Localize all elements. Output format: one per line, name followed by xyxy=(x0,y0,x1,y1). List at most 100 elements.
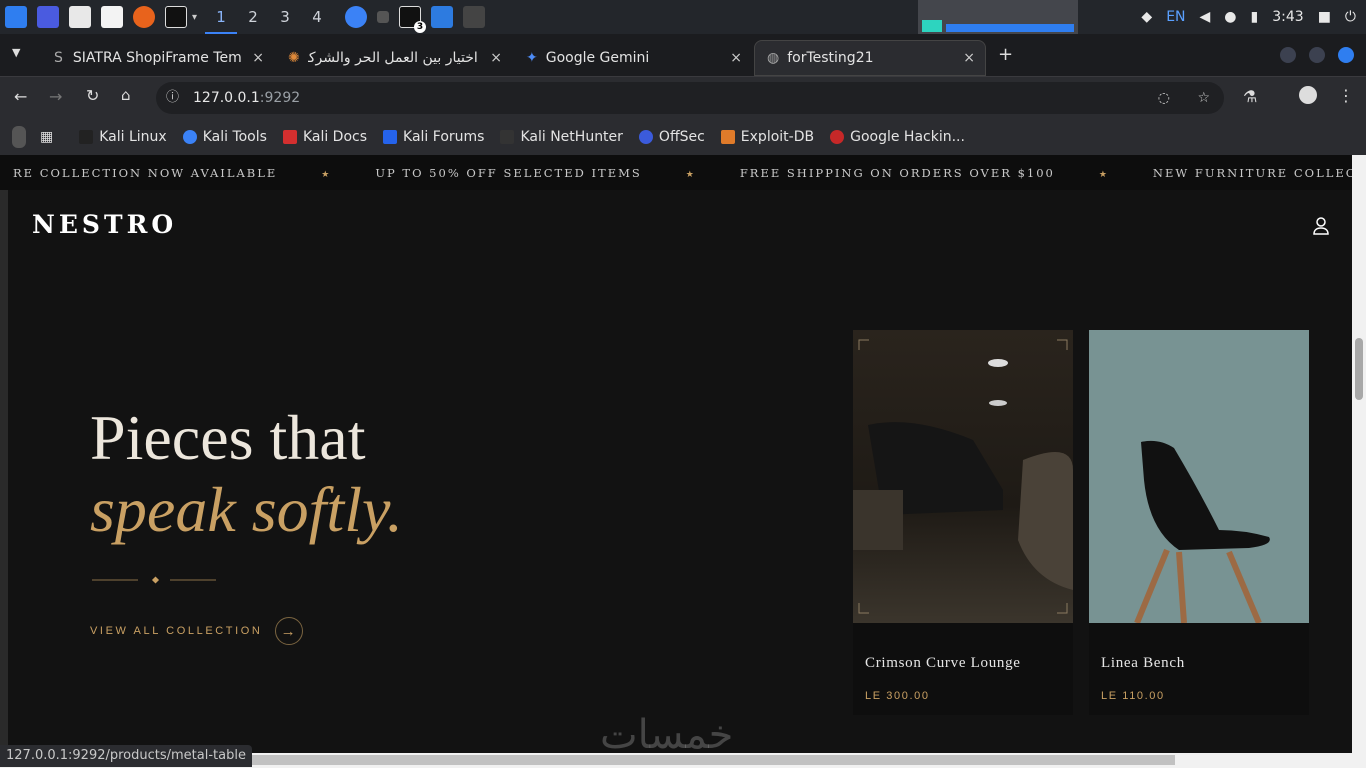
notification-bell-icon[interactable]: ● xyxy=(1224,9,1236,25)
bookmark-kali-linux[interactable]: Kali Linux xyxy=(79,128,167,145)
screen-recorder-icon[interactable] xyxy=(463,6,486,28)
product-name[interactable]: Crimson Curve Lounge xyxy=(865,655,1021,672)
bookmark-label: Exploit-DB xyxy=(740,128,815,145)
labs-flask-icon[interactable]: ⚗ xyxy=(1243,87,1257,106)
bookmark-kali-tools[interactable]: Kali Tools xyxy=(182,129,267,145)
announcement-text: FREE SHIPPING ON ORDERS OVER $100 xyxy=(739,166,1055,180)
url-port: :9292 xyxy=(259,90,301,106)
lock-icon[interactable]: ■ xyxy=(1318,9,1331,25)
bookmark-label: Kali Linux xyxy=(99,128,167,145)
hero-line-1: Pieces that xyxy=(90,402,366,473)
product-image[interactable] xyxy=(853,330,1073,623)
terminal-icon[interactable] xyxy=(165,6,187,28)
bookmark-label: Google Hackin... xyxy=(850,128,965,145)
tab-search-chevron-icon[interactable]: ▼ xyxy=(12,46,20,59)
tab-arabic-article[interactable]: ✺ اختيار بين العمل الحر والشركة × xyxy=(276,40,512,76)
close-window-button[interactable] xyxy=(1338,47,1354,63)
bookmark-exploit-db[interactable]: Exploit-DB xyxy=(720,128,815,145)
url-host: 127.0.0.1 xyxy=(193,90,260,106)
forward-icon[interactable]: → xyxy=(49,87,62,106)
kali-menu-icon[interactable] xyxy=(5,6,27,28)
close-tab-icon[interactable]: × xyxy=(252,50,264,66)
tab-gemini[interactable]: ✦ Google Gemini × xyxy=(514,40,752,76)
close-tab-icon[interactable]: × xyxy=(490,50,502,66)
address-bar[interactable]: ⓘ 127.0.0.1:9292 ◌ ☆ xyxy=(156,82,1224,114)
product-price: LE 110.00 xyxy=(1101,690,1165,702)
firefox-icon[interactable] xyxy=(133,6,155,28)
announcement-text: UP TO 50% OFF SELECTED ITEMS xyxy=(375,166,642,180)
minimize-button[interactable] xyxy=(1280,47,1296,63)
cpu-graph xyxy=(918,0,1078,34)
terminal-icon[interactable]: 3 xyxy=(399,6,427,33)
hero-line-2: speak softly. xyxy=(90,474,403,545)
star-icon: ★ xyxy=(1098,170,1109,180)
bookmark-offsec[interactable]: OffSec xyxy=(638,128,705,145)
arrow-right-icon: → xyxy=(275,617,304,645)
new-tab-button[interactable]: + xyxy=(998,44,1013,65)
star-icon: ★ xyxy=(321,170,332,180)
workspace-3[interactable]: 3 xyxy=(269,0,301,34)
chromium-icon[interactable] xyxy=(345,6,368,28)
desktop-icon[interactable] xyxy=(37,6,59,28)
volume-icon[interactable]: ◀ xyxy=(1200,9,1211,25)
brand-logo[interactable]: NESTRO xyxy=(32,210,177,239)
clock[interactable]: 3:43 xyxy=(1272,9,1303,25)
browser-toolbar: ← → ↻ ⌂ ⓘ 127.0.0.1:9292 ◌ ☆ ⚗ ⋮ xyxy=(0,76,1366,118)
file-manager-icon[interactable] xyxy=(69,6,91,28)
product-name[interactable]: Linea Bench xyxy=(1101,655,1185,672)
home-icon[interactable]: ⌂ xyxy=(121,86,131,104)
site-info-icon[interactable]: ⓘ xyxy=(166,82,179,114)
close-tab-icon[interactable]: × xyxy=(963,50,975,66)
workspace-2[interactable]: 2 xyxy=(237,0,269,34)
keyboard-layout[interactable]: EN xyxy=(1166,9,1185,25)
wifi-icon[interactable]: ◆ xyxy=(1141,9,1152,25)
bookmark-label: Kali NetHunter xyxy=(520,128,623,145)
tracking-eye-off-icon[interactable]: ◌ xyxy=(1158,82,1170,114)
view-all-collection-link[interactable]: VIEW ALL COLLECTION → xyxy=(90,617,304,645)
gemini-icon: ✦ xyxy=(526,50,538,66)
kali-tools-icon xyxy=(182,129,197,144)
product-image[interactable] xyxy=(1089,330,1309,623)
apps-grid-icon[interactable]: ▦ xyxy=(40,129,53,145)
chevron-down-icon[interactable]: ▾ xyxy=(192,12,197,23)
reload-icon[interactable]: ↻ xyxy=(86,86,99,105)
bookmark-kali-forums[interactable]: Kali Forums xyxy=(383,129,484,145)
text-editor-icon[interactable] xyxy=(101,6,123,28)
tab-favicon-icon: ✺ xyxy=(288,50,300,66)
system-tray: ◆ EN ◀ ● ▮ 3:43 ■ ⏻ xyxy=(1141,0,1366,34)
profile-avatar-icon[interactable] xyxy=(1299,86,1317,104)
downloads-folder-icon[interactable] xyxy=(431,6,454,28)
bookmark-google-hacking[interactable]: Google Hackin... xyxy=(830,129,965,145)
cta-label: VIEW ALL COLLECTION xyxy=(90,625,263,637)
account-icon[interactable] xyxy=(1312,216,1330,236)
product-card[interactable]: Linea Bench LE 110.00 xyxy=(1089,330,1309,715)
battery-icon[interactable]: ▮ xyxy=(1251,9,1259,25)
product-card[interactable]: Crimson Curve Lounge LE 300.00 xyxy=(853,330,1073,715)
terminal-count-badge: 3 xyxy=(414,21,427,33)
bookmark-label: OffSec xyxy=(658,128,705,145)
ornament-divider xyxy=(92,576,216,584)
tab-fortesting21[interactable]: ◍ forTesting21 × xyxy=(754,40,986,76)
ghdb-icon xyxy=(830,129,845,144)
workspace-1[interactable]: 1 xyxy=(205,0,238,34)
maximize-button[interactable] xyxy=(1309,47,1325,63)
bookmark-star-icon[interactable]: ☆ xyxy=(1197,82,1210,114)
scrollbar-thumb[interactable] xyxy=(1355,338,1363,400)
bookmark-label: Kali Forums xyxy=(403,128,485,145)
bookmark-kali-docs[interactable]: Kali Docs xyxy=(282,129,367,145)
kali-docs-icon xyxy=(282,129,297,144)
hero-heading: Pieces that speak softly. xyxy=(90,402,403,546)
tab-siatra[interactable]: S SIATRA ShopiFrame Tem × xyxy=(42,40,274,76)
workspace-4[interactable]: 4 xyxy=(301,0,333,34)
bookmark-placeholder-icon xyxy=(12,125,26,148)
close-tab-icon[interactable]: × xyxy=(730,50,742,66)
vertical-scrollbar[interactable] xyxy=(1352,155,1366,753)
announcement-text: RE COLLECTION NOW AVAILABLE xyxy=(13,166,278,180)
product-price: LE 300.00 xyxy=(865,690,930,702)
back-icon[interactable]: ← xyxy=(14,87,27,106)
nethunter-icon xyxy=(500,129,515,144)
menu-kebab-icon[interactable]: ⋮ xyxy=(1338,86,1354,105)
power-icon[interactable]: ⏻ xyxy=(1345,9,1356,25)
bookmark-kali-nethunter[interactable]: Kali NetHunter xyxy=(500,128,623,145)
window-icon[interactable] xyxy=(377,11,390,23)
